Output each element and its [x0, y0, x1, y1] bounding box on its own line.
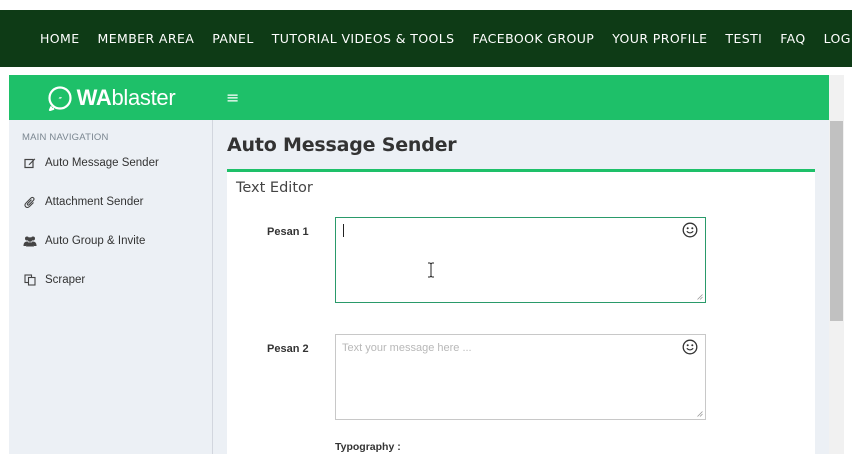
nav-link-home[interactable]: HOME: [40, 31, 80, 46]
scrollbar-thumb[interactable]: [830, 121, 843, 321]
users-icon: [23, 236, 37, 246]
sidebar-section-title: MAIN NAVIGATION: [22, 132, 109, 143]
box-title: Text Editor: [236, 180, 313, 196]
sidebar-item-label: Scraper: [45, 273, 86, 286]
text-caret: [343, 224, 344, 237]
pesan-1-textarea-wrap: [335, 217, 706, 303]
nav-link-faq[interactable]: FAQ: [780, 31, 805, 46]
hamburger-menu-icon[interactable]: ≡: [226, 88, 239, 107]
ibeam-cursor-icon: [428, 262, 434, 278]
top-navbar: HOME MEMBER AREA PANEL TUTORIAL VIDEOS &…: [0, 10, 854, 67]
nav-link-panel[interactable]: PANEL: [212, 31, 254, 46]
page-scrollbar[interactable]: [829, 75, 844, 454]
whatsapp-logo-icon: [48, 85, 72, 111]
paperclip-icon: [24, 196, 35, 208]
resize-grip-icon[interactable]: [697, 294, 703, 300]
nav-link-testi[interactable]: TESTI: [725, 31, 762, 46]
pesan-1-textarea[interactable]: [336, 218, 705, 302]
main-content: Auto Message Sender Text Editor Pesan 1: [214, 120, 829, 454]
sidebar-item-label: Attachment Sender: [45, 195, 144, 208]
text-editor-box: Text Editor Pesan 1 Pesan 2 Text your me…: [227, 169, 815, 454]
resize-grip-icon[interactable]: [697, 411, 703, 417]
page-title: Auto Message Sender: [227, 134, 457, 156]
edit-icon: [24, 158, 36, 168]
nav-link-tutorial-videos[interactable]: TUTORIAL VIDEOS & TOOLS: [272, 31, 455, 46]
pesan-2-label: Pesan 2: [267, 343, 309, 355]
sidebar-item-auto-message-sender[interactable]: Auto Message Sender: [9, 143, 212, 182]
sidebar-item-auto-group-invite[interactable]: Auto Group & Invite: [9, 221, 212, 260]
sidebar-item-scraper[interactable]: Scraper: [9, 260, 212, 299]
emoji-smile-icon[interactable]: [682, 222, 698, 238]
sidebar-item-label: Auto Group & Invite: [45, 234, 146, 247]
wablaster-logo[interactable]: WAblaster: [9, 75, 213, 120]
pesan-1-label: Pesan 1: [267, 226, 309, 238]
sidebar: MAIN NAVIGATION Auto Message Sender Atta…: [9, 120, 213, 454]
nav-link-member-area[interactable]: MEMBER AREA: [98, 31, 195, 46]
sidebar-item-label: Auto Message Sender: [45, 156, 159, 169]
pesan-2-textarea[interactable]: [336, 335, 705, 419]
pesan-2-textarea-wrap: [335, 334, 706, 420]
app-header: WAblaster ≡: [9, 75, 829, 120]
app-frame: WAblaster ≡ MAIN NAVIGATION Auto Message…: [9, 75, 829, 454]
sidebar-item-attachment-sender[interactable]: Attachment Sender: [9, 182, 212, 221]
copy-icon: [24, 273, 36, 286]
nav-link-log-out[interactable]: LOG OUT: [824, 31, 854, 46]
typography-label: Typography :: [335, 441, 401, 453]
nav-link-facebook-group[interactable]: FACEBOOK GROUP: [473, 31, 595, 46]
emoji-smile-icon[interactable]: [682, 339, 698, 355]
logo-text: WAblaster: [76, 84, 176, 110]
nav-link-your-profile[interactable]: YOUR PROFILE: [612, 31, 707, 46]
